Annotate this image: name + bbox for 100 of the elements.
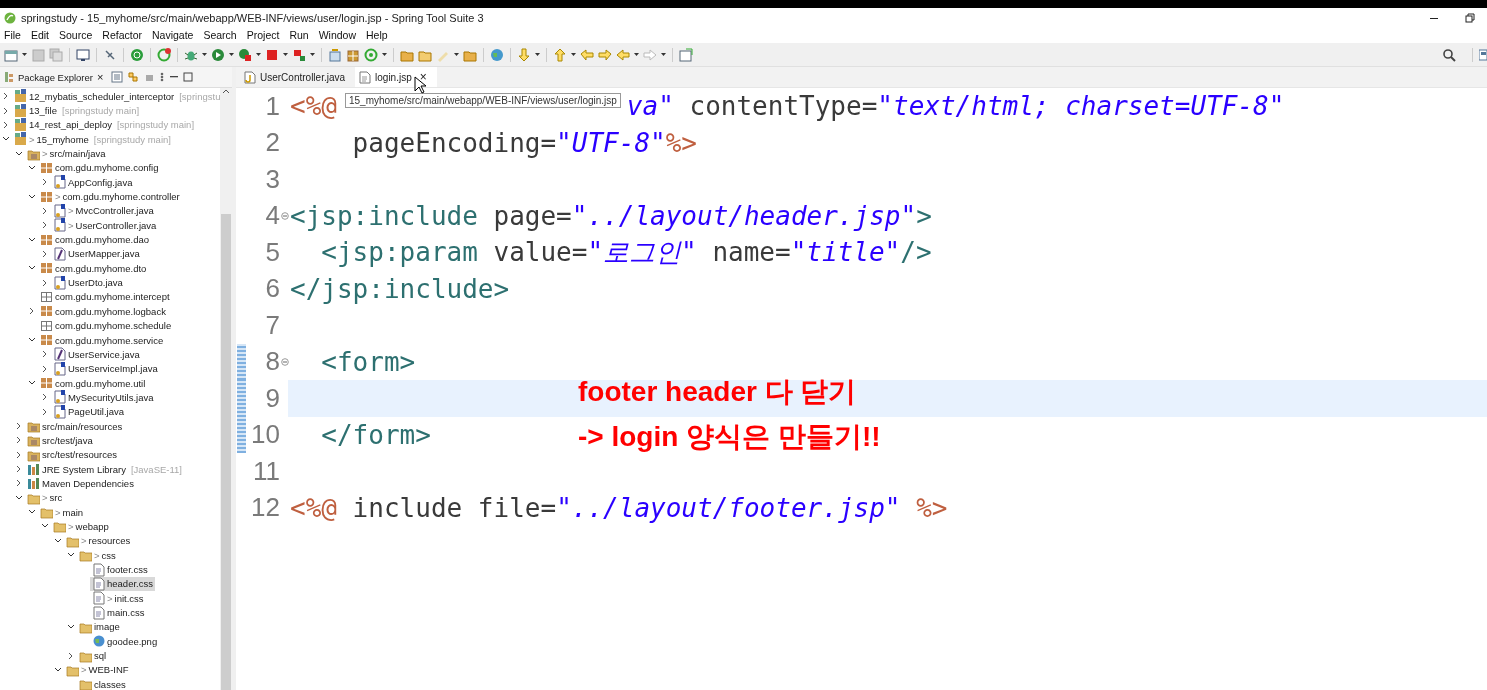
collapsed-chevron-icon[interactable] <box>41 407 49 416</box>
tree-item[interactable]: com.gdu.myhome.intercept <box>38 290 172 304</box>
tree-item[interactable]: > init.css <box>90 591 146 606</box>
tree-item[interactable]: main.css <box>90 605 147 620</box>
tree-item[interactable]: JRE System Library <box>25 462 128 477</box>
collapsed-chevron-icon[interactable] <box>15 450 23 459</box>
tree-item[interactable]: com.gdu.myhome.config <box>38 160 161 175</box>
tree-item[interactable]: 13_file <box>12 103 59 118</box>
tree-item[interactable]: com.gdu.myhome.dto <box>38 261 149 276</box>
tree-item[interactable]: UserServiceImpl.java <box>51 361 160 376</box>
tree-item[interactable]: 12_mybatis_scheduler_interceptor <box>12 89 177 104</box>
restore-icon[interactable] <box>1465 12 1475 23</box>
tree-item[interactable]: classes <box>77 677 128 690</box>
new-window-icon[interactable] <box>679 47 693 62</box>
menu-item[interactable]: File <box>4 29 21 41</box>
menu-item[interactable]: Navigate <box>152 29 194 41</box>
expanded-chevron-icon[interactable] <box>15 493 23 502</box>
perspective-icon[interactable] <box>1479 47 1487 62</box>
menu-item[interactable]: Search <box>203 29 237 41</box>
tree-item[interactable]: > main <box>38 505 86 520</box>
collapsed-chevron-icon[interactable] <box>2 120 10 129</box>
collapsed-chevron-icon[interactable] <box>28 307 36 316</box>
scrollbar[interactable] <box>220 88 232 690</box>
caret-icon[interactable] <box>310 53 315 56</box>
caret-icon[interactable] <box>661 53 666 56</box>
collapsed-chevron-icon[interactable] <box>41 221 49 230</box>
search-icon[interactable] <box>1442 47 1456 62</box>
maximize-icon[interactable] <box>183 71 194 83</box>
scroll-up-icon[interactable] <box>222 88 230 94</box>
tree-item[interactable]: > 15_myhome <box>12 132 91 147</box>
collapse-all-icon[interactable] <box>111 71 124 83</box>
tree-item[interactable]: goodee.png <box>90 634 160 649</box>
tree-item[interactable]: footer.css <box>90 562 150 577</box>
refresh-icon[interactable] <box>157 47 171 62</box>
tree-item[interactable]: com.gdu.myhome.service <box>38 333 166 347</box>
caret-icon[interactable] <box>571 53 576 56</box>
power-icon[interactable] <box>130 47 144 62</box>
tree-item[interactable]: > WEB-INF <box>64 662 131 677</box>
tree-item[interactable]: > css <box>77 548 118 563</box>
collapsed-chevron-icon[interactable] <box>67 651 75 660</box>
expanded-chevron-icon[interactable] <box>28 235 36 244</box>
collapsed-chevron-icon[interactable] <box>41 364 49 373</box>
collapsed-chevron-icon[interactable] <box>2 92 10 101</box>
tree-item[interactable]: Maven Dependencies <box>25 476 136 491</box>
collapsed-chevron-icon[interactable] <box>41 278 49 287</box>
expanded-chevron-icon[interactable] <box>28 163 36 172</box>
collapsed-chevron-icon[interactable] <box>41 249 49 258</box>
expanded-chevron-icon[interactable] <box>54 665 62 674</box>
expanded-chevron-icon[interactable] <box>54 536 62 545</box>
menu-item[interactable]: Edit <box>30 29 49 41</box>
tree-item[interactable]: UserService.java <box>51 347 142 362</box>
tree-item[interactable]: > resources <box>64 533 133 548</box>
tree-item[interactable]: sql <box>77 648 109 663</box>
tree-item[interactable]: MySecurityUtils.java <box>51 390 156 405</box>
editor-tab[interactable]: login.jsp × <box>355 67 437 87</box>
stop-icon[interactable] <box>265 47 279 62</box>
menu-item[interactable]: Help <box>366 29 388 41</box>
tree-item[interactable]: src/main/resources <box>25 419 125 434</box>
menu-item[interactable]: Window <box>318 29 357 41</box>
caret-icon[interactable] <box>634 53 639 56</box>
play-stop-icon[interactable] <box>238 47 252 62</box>
caret-icon[interactable] <box>454 53 459 56</box>
collapsed-chevron-icon[interactable] <box>41 178 49 187</box>
tree-item[interactable]: > MvcController.java <box>51 203 156 218</box>
link-icon[interactable] <box>127 71 140 83</box>
collapsed-chevron-icon[interactable] <box>15 422 23 431</box>
tree-item[interactable]: com.gdu.myhome.dao <box>38 232 151 247</box>
tree-item[interactable]: > src/main/java <box>25 146 108 161</box>
expanded-chevron-icon[interactable] <box>28 192 36 201</box>
tree-item[interactable]: src/test/resources <box>25 447 119 462</box>
menu-item[interactable]: Refactor <box>102 29 142 41</box>
collapsed-chevron-icon[interactable] <box>41 350 49 359</box>
caret-icon[interactable] <box>382 53 387 56</box>
globe-icon[interactable] <box>490 47 504 62</box>
gift-icon[interactable] <box>346 47 360 62</box>
collapsed-chevron-icon[interactable] <box>41 393 49 402</box>
expanded-chevron-icon[interactable] <box>15 149 23 158</box>
menu-item[interactable]: Project <box>246 29 280 41</box>
editor-tab[interactable]: UserController.java <box>240 67 356 87</box>
tree-item[interactable]: > src <box>25 490 65 505</box>
collapsed-chevron-icon[interactable] <box>15 479 23 488</box>
tree-item[interactable]: > UserController.java <box>51 218 159 233</box>
tree-item[interactable]: com.gdu.myhome.logback <box>38 304 168 319</box>
collapsed-chevron-icon[interactable] <box>41 206 49 215</box>
collapsed-chevron-icon[interactable] <box>15 465 23 474</box>
menu-item[interactable]: Run <box>289 29 309 41</box>
expanded-chevron-icon[interactable] <box>67 622 75 631</box>
tree-item[interactable]: com.gdu.myhome.schedule <box>38 318 174 333</box>
caret-icon[interactable] <box>22 53 27 56</box>
collapsed-chevron-icon[interactable] <box>2 106 10 115</box>
tree-item[interactable]: > webapp <box>51 519 111 534</box>
tree-item[interactable]: header.css <box>90 576 155 591</box>
expanded-chevron-icon[interactable] <box>28 336 36 344</box>
flag-icon[interactable] <box>292 47 306 62</box>
caret-icon[interactable] <box>256 53 261 56</box>
menu-item[interactable]: Source <box>59 29 93 41</box>
collapsed-chevron-icon[interactable] <box>15 436 23 445</box>
caret-icon[interactable] <box>229 53 234 56</box>
tree-item[interactable]: AppConfig.java <box>51 175 135 190</box>
view-menu-icon[interactable] <box>159 71 166 83</box>
